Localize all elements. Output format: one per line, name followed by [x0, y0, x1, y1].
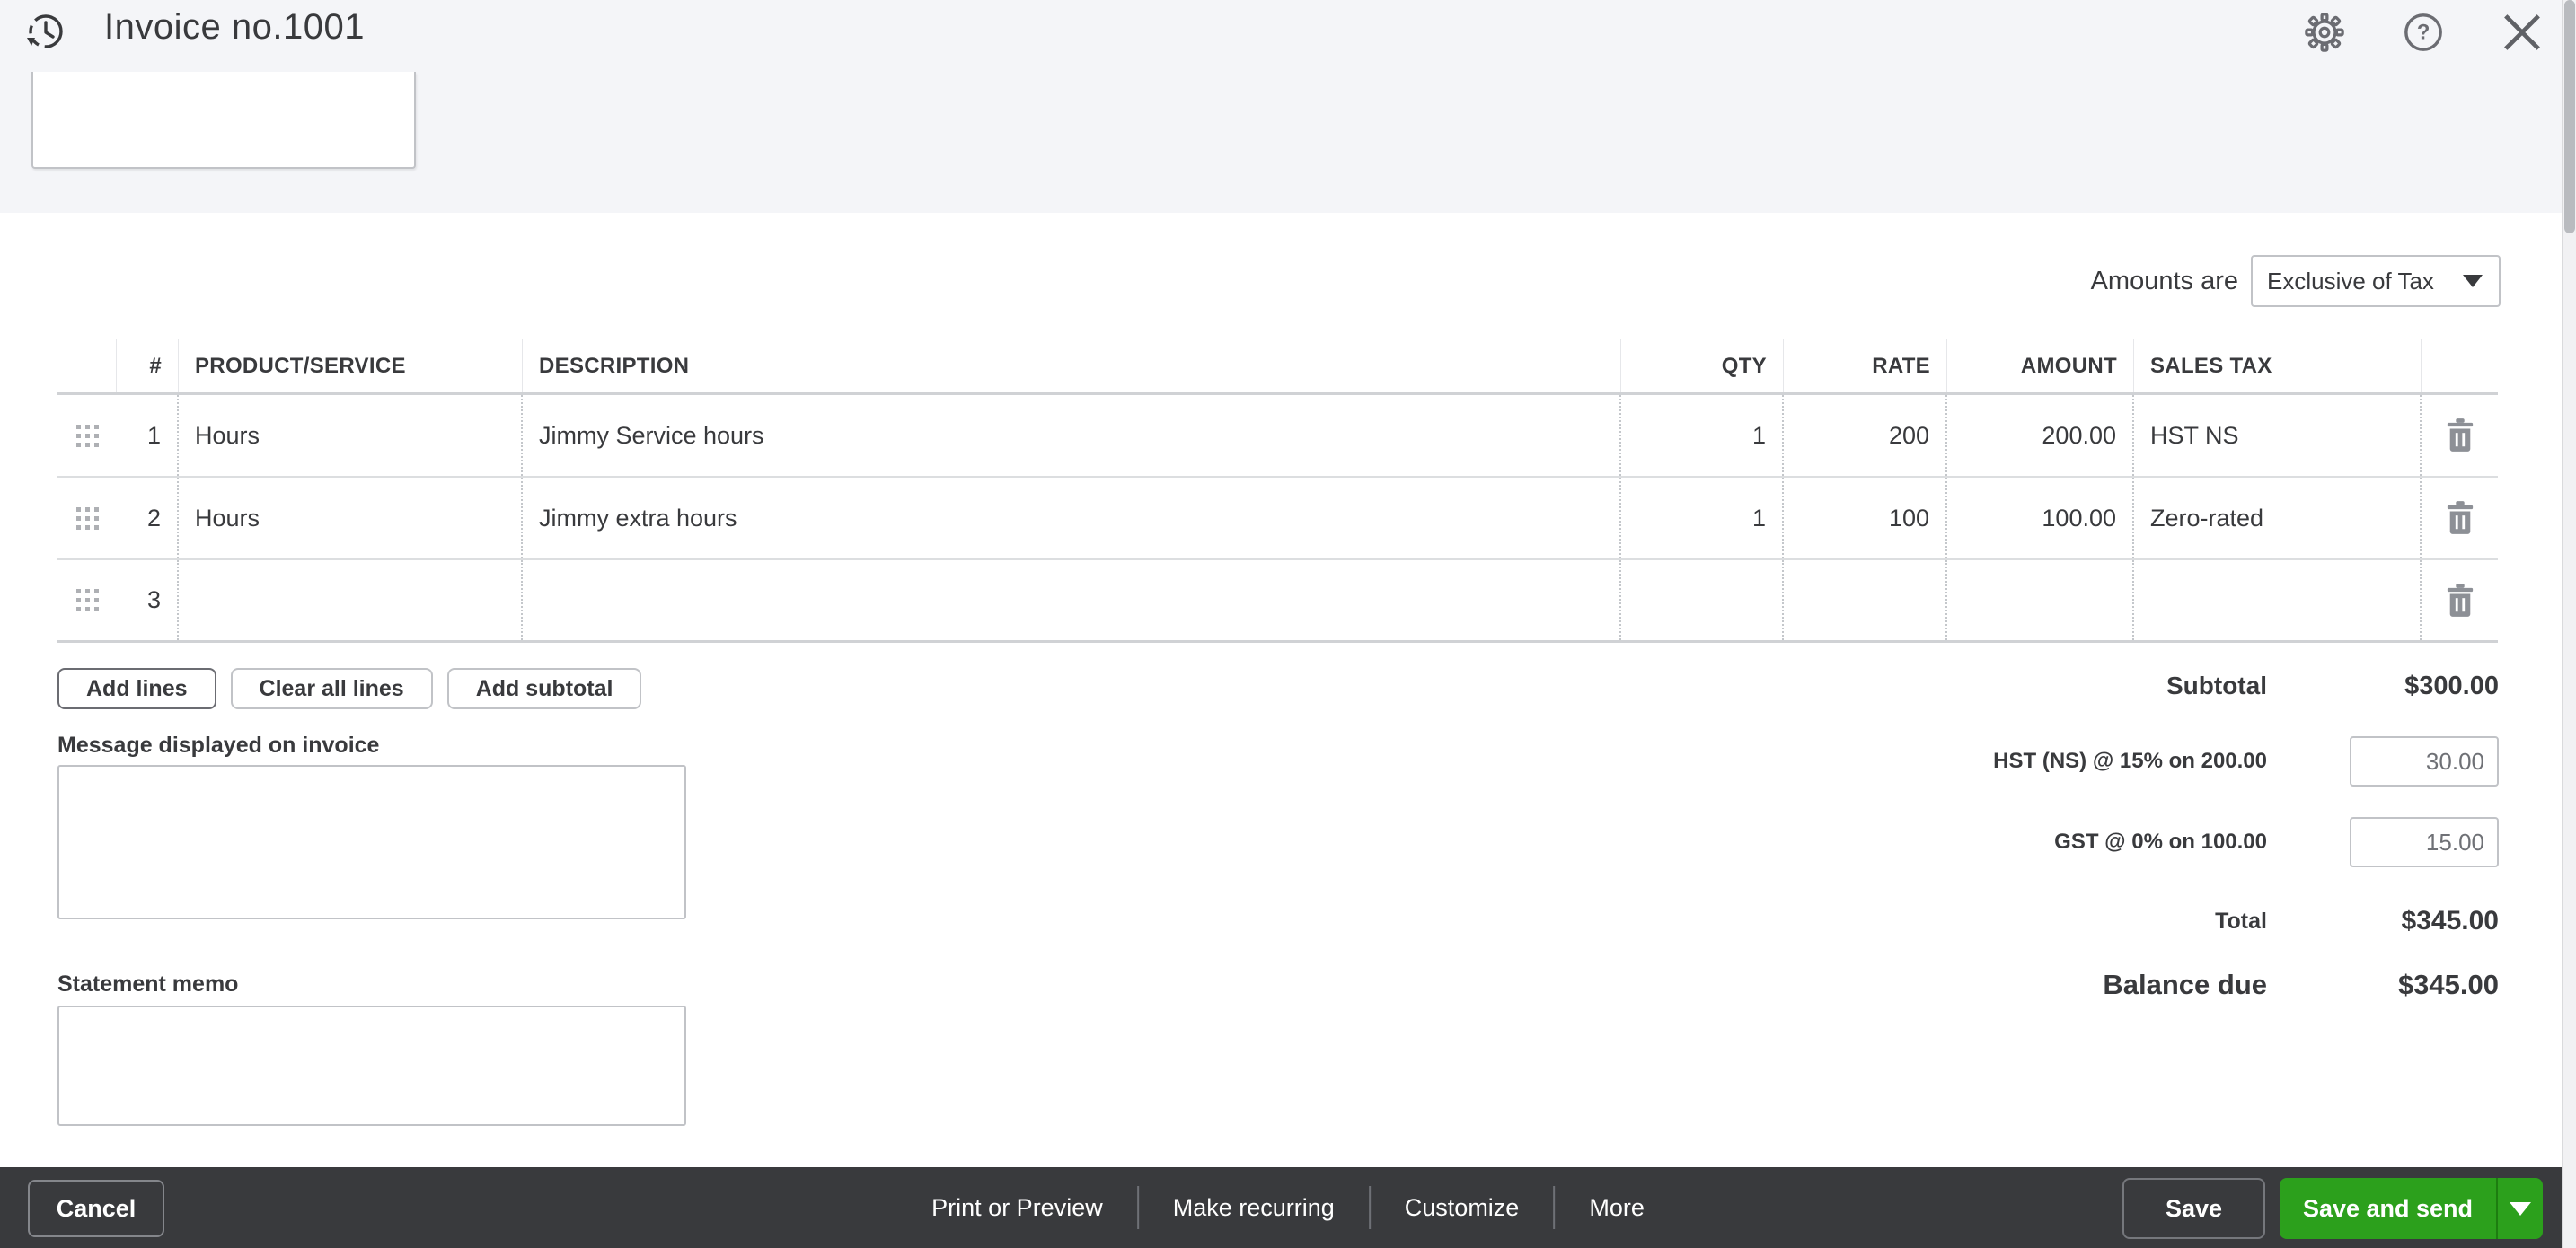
message-on-invoice-label: Message displayed on invoice — [57, 733, 379, 759]
add-lines-button[interactable]: Add lines — [57, 668, 216, 709]
table-header-row: # PRODUCT/SERVICE DESCRIPTION QTY RATE A… — [57, 339, 2498, 395]
page-title: Invoice no.1001 — [104, 7, 365, 48]
help-icon[interactable]: ? — [2402, 11, 2445, 54]
add-subtotal-button[interactable]: Add subtotal — [447, 668, 642, 709]
cell-product-service[interactable]: Hours — [179, 478, 523, 558]
hst-tax-label: HST (NS) @ 15% on 200.00 — [1636, 749, 2267, 774]
chevron-down-icon — [2463, 275, 2483, 287]
footer-bar: Cancel Print or Preview Make recurring C… — [0, 1167, 2576, 1248]
cell-qty[interactable] — [1621, 560, 1784, 640]
cell-rate[interactable] — [1784, 560, 1947, 640]
statement-memo-label: Statement memo — [57, 971, 238, 998]
subtotal-label: Subtotal — [1636, 672, 2267, 700]
cell-product-service[interactable]: Hours — [179, 395, 523, 476]
line-items-table: # PRODUCT/SERVICE DESCRIPTION QTY RATE A… — [57, 339, 2498, 643]
cell-line-number: 1 — [117, 395, 179, 476]
cell-sales-tax[interactable]: HST NS — [2134, 395, 2422, 476]
drag-handle-icon[interactable] — [76, 507, 99, 530]
trash-icon[interactable] — [2440, 579, 2480, 622]
cancel-button[interactable]: Cancel — [28, 1180, 164, 1237]
statement-memo-input[interactable] — [57, 1006, 686, 1126]
save-button[interactable]: Save — [2122, 1178, 2265, 1239]
hst-amount-input[interactable] — [2350, 736, 2499, 787]
cell-sales-tax[interactable]: Zero-rated — [2134, 478, 2422, 558]
cell-amount[interactable]: 100.00 — [1947, 478, 2134, 558]
cell-qty[interactable]: 1 — [1621, 395, 1784, 476]
save-and-send-button[interactable]: Save and send — [2280, 1178, 2496, 1239]
gst-tax-label: GST @ 0% on 100.00 — [1636, 830, 2267, 855]
customize-button[interactable]: Customize — [1371, 1194, 1554, 1222]
chevron-down-icon — [2510, 1202, 2531, 1216]
history-icon[interactable] — [23, 11, 66, 54]
balance-due-value: $345.00 — [2267, 969, 2499, 1001]
cell-amount[interactable] — [1947, 560, 2134, 640]
table-row: 3 — [57, 560, 2498, 643]
make-recurring-button[interactable]: Make recurring — [1139, 1194, 1369, 1222]
clear-all-lines-button[interactable]: Clear all lines — [231, 668, 433, 709]
drag-handle-icon[interactable] — [76, 425, 99, 447]
cell-sales-tax[interactable] — [2134, 560, 2422, 640]
trash-icon[interactable] — [2440, 414, 2480, 457]
amounts-are-value: Exclusive of Tax — [2267, 268, 2434, 295]
line-actions: Add lines Clear all lines Add subtotal — [57, 668, 641, 709]
col-rate: RATE — [1784, 339, 1947, 392]
col-product-service: PRODUCT/SERVICE — [179, 339, 523, 392]
cell-rate[interactable]: 100 — [1784, 478, 1947, 558]
col-sales-tax: SALES TAX — [2134, 339, 2422, 392]
amounts-are-label: Amounts are — [2091, 267, 2238, 296]
col-description: DESCRIPTION — [523, 339, 1621, 392]
trash-icon[interactable] — [2440, 497, 2480, 540]
partial-input-box[interactable] — [31, 72, 416, 169]
gear-icon[interactable] — [2303, 11, 2346, 54]
cell-rate[interactable]: 200 — [1784, 395, 1947, 476]
cell-product-service[interactable] — [179, 560, 523, 640]
col-amount: AMOUNT — [1947, 339, 2134, 392]
cell-qty[interactable]: 1 — [1621, 478, 1784, 558]
cell-description[interactable] — [523, 560, 1621, 640]
amounts-are-row: Amounts are Exclusive of Tax — [2091, 255, 2501, 307]
total-label: Total — [1636, 909, 2267, 935]
total-value: $345.00 — [2267, 906, 2499, 936]
col-delete — [2422, 339, 2498, 392]
amounts-are-dropdown[interactable]: Exclusive of Tax — [2251, 255, 2501, 307]
gst-amount-input[interactable] — [2350, 817, 2499, 867]
subtotal-value: $300.00 — [2267, 672, 2499, 701]
more-button[interactable]: More — [1555, 1194, 1679, 1222]
save-and-send-split-button: Save and send — [2280, 1178, 2543, 1239]
top-header-bar: Invoice no.1001 — [0, 0, 2576, 213]
print-or-preview-button[interactable]: Print or Preview — [897, 1194, 1137, 1222]
scrollbar-track[interactable] — [2562, 0, 2576, 1248]
col-qty: QTY — [1621, 339, 1784, 392]
scrollbar-thumb[interactable] — [2564, 0, 2575, 233]
message-on-invoice-input[interactable] — [57, 765, 686, 919]
totals-panel: Subtotal $300.00 HST (NS) @ 15% on 200.0… — [1636, 666, 2499, 1043]
cell-description[interactable]: Jimmy Service hours — [523, 395, 1621, 476]
table-row: 2 Hours Jimmy extra hours 1 100 100.00 Z… — [57, 478, 2498, 560]
drag-handle-icon[interactable] — [76, 589, 99, 611]
cell-amount[interactable]: 200.00 — [1947, 395, 2134, 476]
svg-text:?: ? — [2417, 21, 2430, 45]
cell-line-number: 2 — [117, 478, 179, 558]
cell-description[interactable]: Jimmy extra hours — [523, 478, 1621, 558]
close-icon[interactable] — [2501, 11, 2544, 54]
footer-nav: Print or Preview Make recurring Customiz… — [897, 1167, 1679, 1248]
balance-due-label: Balance due — [1636, 969, 2267, 1001]
table-row: 1 Hours Jimmy Service hours 1 200 200.00… — [57, 395, 2498, 478]
cell-line-number: 3 — [117, 560, 179, 640]
col-num: # — [117, 339, 179, 392]
save-and-send-dropdown-button[interactable] — [2496, 1178, 2543, 1239]
col-drag — [57, 339, 117, 392]
